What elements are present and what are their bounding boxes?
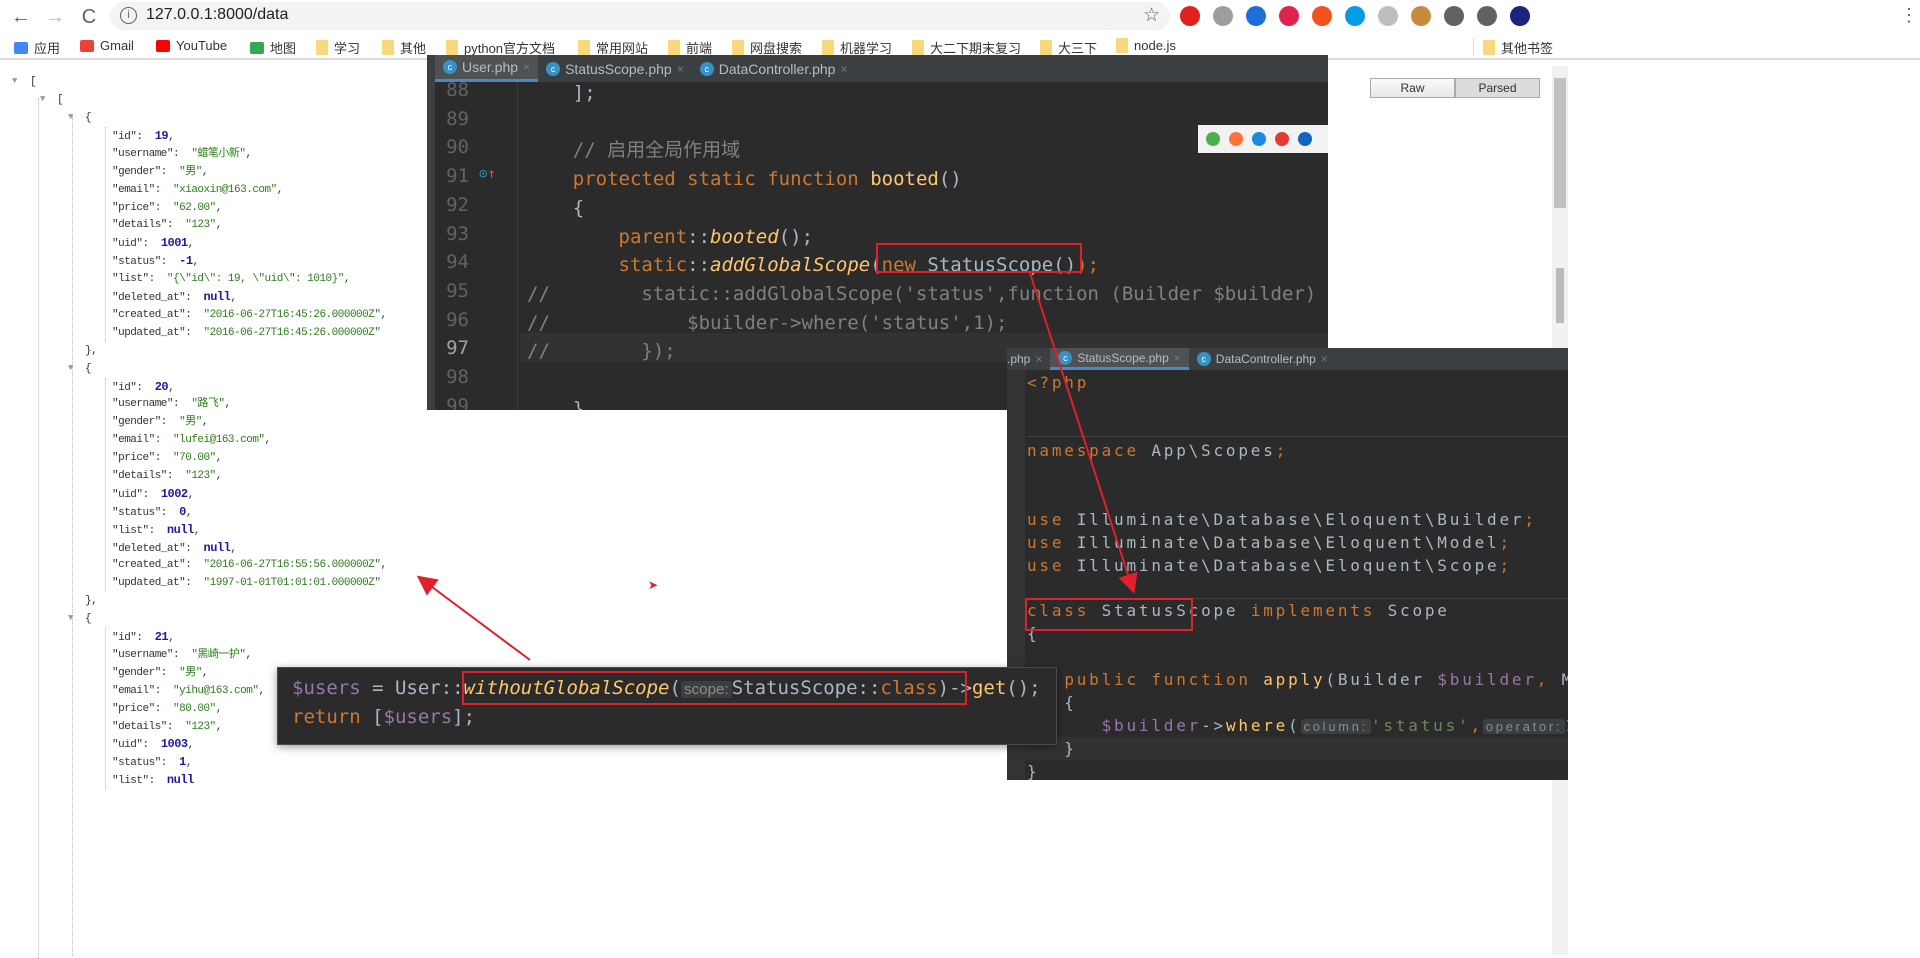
arrow-to-updated-at — [416, 575, 531, 661]
arrow-to-class — [1029, 272, 1138, 594]
annotation-arrows — [416, 272, 1138, 661]
